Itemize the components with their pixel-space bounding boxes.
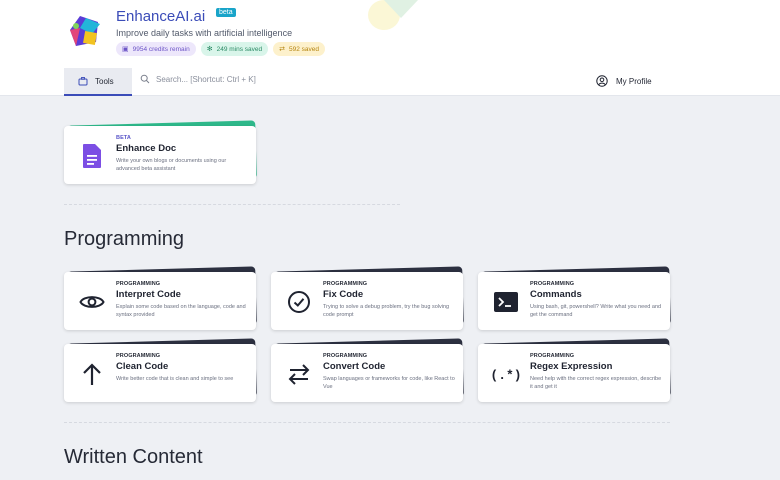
- search-input[interactable]: [156, 74, 376, 84]
- brand-name[interactable]: EnhanceAI.ai: [116, 8, 205, 25]
- card-title: Regex Expression: [530, 361, 613, 372]
- card-title: Convert Code: [323, 361, 386, 372]
- terminal-icon: [492, 288, 520, 316]
- card-title: Clean Code: [116, 361, 169, 372]
- card-category: PROGRAMMING: [323, 281, 368, 287]
- credits-chip: ▣ 9954 credits remain: [116, 42, 196, 56]
- profile-label: My Profile: [616, 76, 652, 86]
- card-title: Commands: [530, 289, 582, 300]
- stats-chips: ▣ 9954 credits remain ✻ 249 mins saved ⇄…: [116, 42, 325, 56]
- search-icon: [140, 74, 150, 84]
- card-category: PROGRAMMING: [116, 353, 161, 359]
- section-divider: [64, 204, 400, 205]
- arrow-up-icon: [78, 360, 106, 388]
- decorative-triangle: [384, 0, 418, 18]
- card-regex-expression[interactable]: (.*) PROGRAMMING Regex Expression Need h…: [478, 338, 671, 402]
- card-interpret-code[interactable]: PROGRAMMING Interpret Code Explain some …: [64, 266, 257, 330]
- app-header: EnhanceAI.ai beta Improve daily tasks wi…: [0, 0, 780, 68]
- eye-icon: [78, 288, 106, 316]
- time-saved-text: 249 mins saved: [216, 45, 263, 53]
- wallet-icon: ▣: [122, 46, 129, 53]
- check-circle-icon: [285, 288, 313, 316]
- card-description: Write your own blogs or documents using …: [116, 158, 227, 172]
- card-category: PROGRAMMING: [323, 353, 368, 359]
- card-title: Enhance Doc: [116, 143, 177, 154]
- gear-icon: ✻: [206, 46, 213, 53]
- swap-arrows-icon: [285, 360, 313, 388]
- card-convert-code[interactable]: PROGRAMMING Convert Code Swap languages …: [271, 338, 464, 402]
- card-description: Swap languages or frameworks for code, l…: [323, 376, 455, 390]
- card-enhance-doc[interactable]: BETA Enhance Doc Write your own blogs or…: [64, 120, 257, 184]
- card-title: Fix Code: [323, 289, 364, 300]
- card-category: PROGRAMMING: [530, 281, 575, 287]
- card-clean-code[interactable]: PROGRAMMING Clean Code Write better code…: [64, 338, 257, 402]
- profile-button[interactable]: My Profile: [596, 75, 652, 87]
- card-category: PROGRAMMING: [116, 281, 161, 287]
- card-title: Interpret Code: [116, 289, 181, 300]
- section-divider: [64, 422, 670, 423]
- logo-icon: [70, 16, 100, 46]
- card-description: Using bash, git, powershell? Write what …: [530, 304, 662, 318]
- user-circle-icon: [596, 75, 608, 87]
- exchange-icon: ⇄: [279, 46, 285, 53]
- top-nav: Tools My Profile: [0, 68, 780, 96]
- time-saved-chip: ✻ 249 mins saved: [200, 42, 269, 56]
- money-saved-text: 592 saved: [289, 45, 319, 53]
- card-fix-code[interactable]: PROGRAMMING Fix Code Trying to solve a d…: [271, 266, 464, 330]
- document-icon: [78, 142, 106, 170]
- card-description: Write better code that is clean and simp…: [116, 376, 234, 382]
- tab-tools-label: Tools: [95, 76, 114, 86]
- svg-text:(.*): (.*): [492, 368, 520, 383]
- briefcase-icon: [78, 77, 88, 86]
- tab-tools[interactable]: Tools: [64, 68, 132, 96]
- beta-badge: beta: [216, 8, 236, 17]
- card-commands[interactable]: PROGRAMMING Commands Using bash, git, po…: [478, 266, 671, 330]
- regex-icon: (.*): [492, 360, 520, 388]
- search-bar[interactable]: [140, 74, 376, 84]
- tagline: Improve daily tasks with artificial inte…: [116, 28, 293, 38]
- section-title-programming: Programming: [64, 228, 185, 250]
- section-title-written-content: Written Content: [64, 446, 203, 468]
- card-category: PROGRAMMING: [530, 353, 575, 359]
- card-description: Explain some code based on the language,…: [116, 304, 246, 318]
- card-description: Trying to solve a debug problem, try the…: [323, 304, 450, 318]
- money-saved-chip: ⇄ 592 saved: [273, 42, 325, 56]
- card-description: Need help with the correct regex express…: [530, 376, 662, 390]
- card-category: BETA: [116, 135, 131, 141]
- credits-text: 9954 credits remain: [132, 45, 190, 53]
